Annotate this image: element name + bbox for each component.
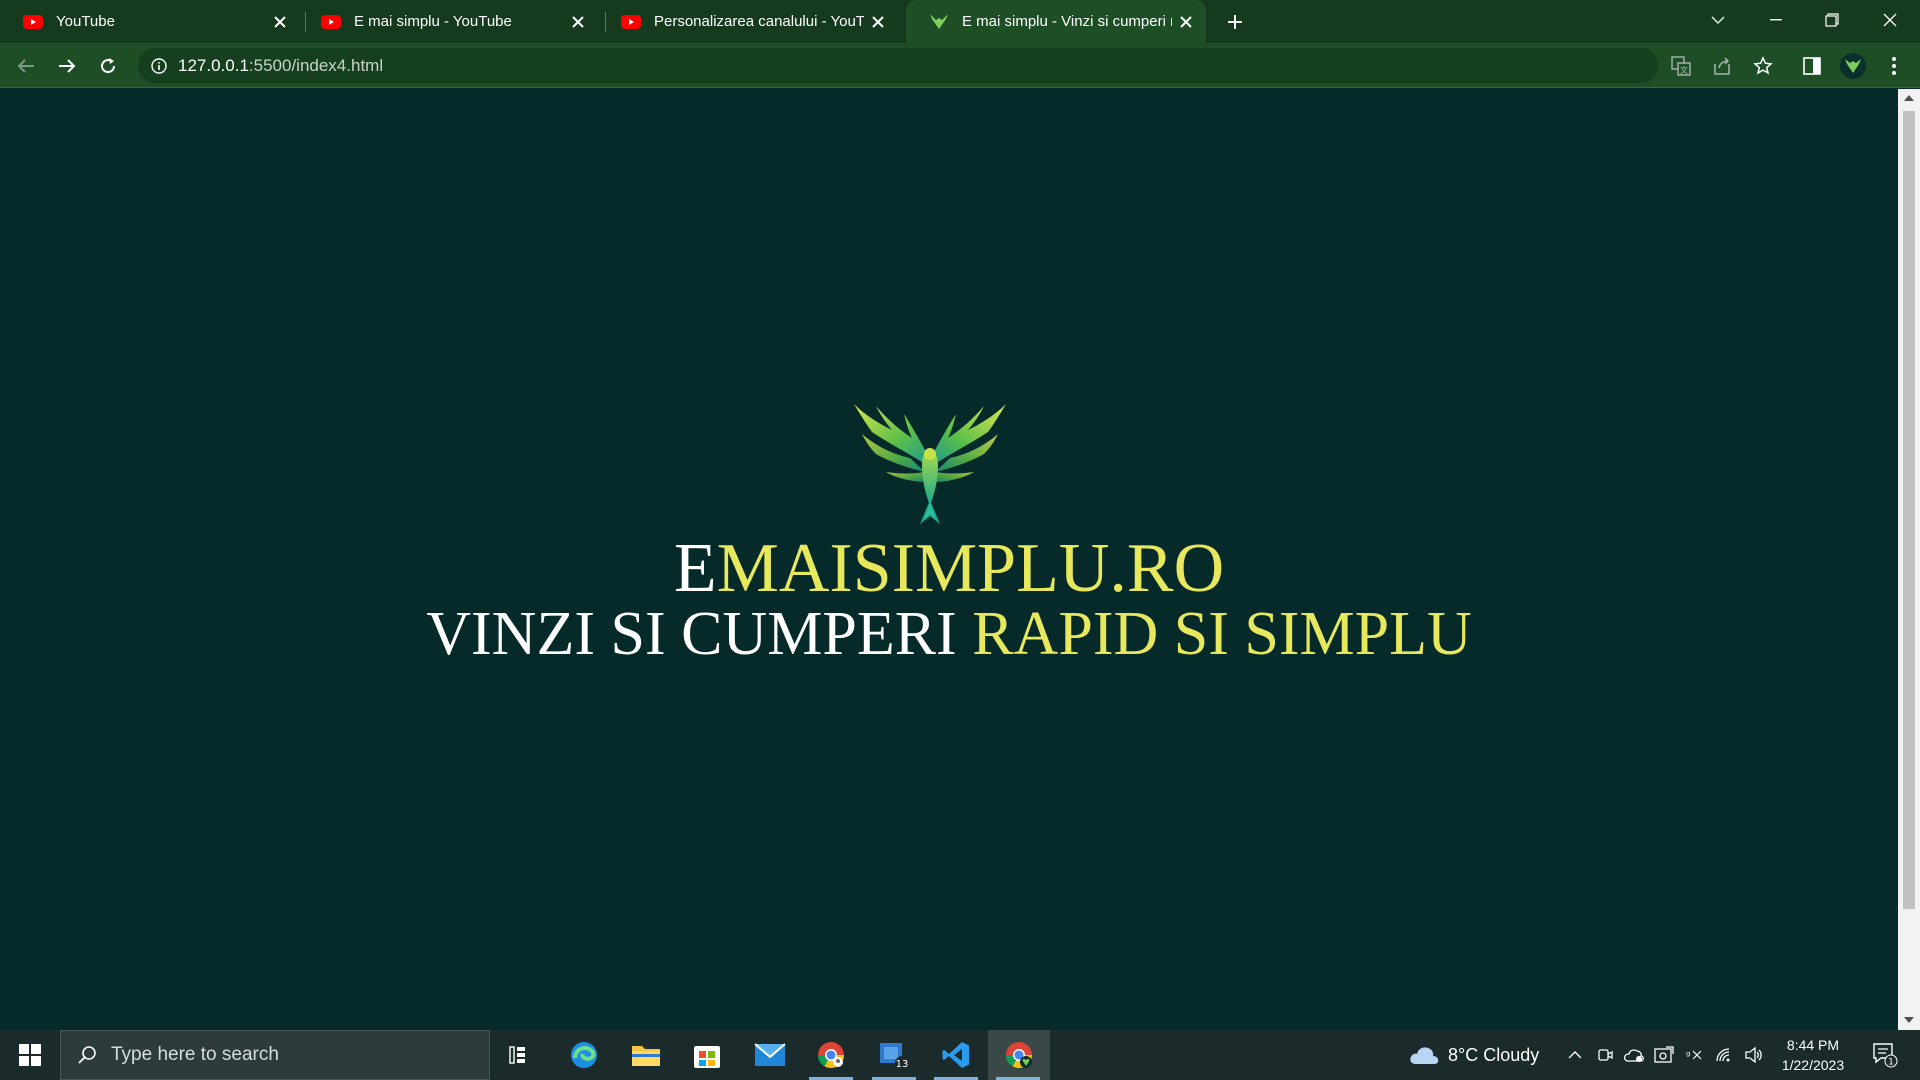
phoenix-icon	[928, 11, 950, 33]
weather-text: 8°C Cloudy	[1448, 1044, 1540, 1065]
close-tab-icon[interactable]	[1172, 8, 1200, 36]
scrollbar-thumb[interactable]	[1903, 111, 1915, 909]
tab-title: E mai simplu - Vinzi si cumperi rapid si…	[962, 13, 1172, 30]
tab-e-mai-simplu-youtube[interactable]: E mai simplu - YouTube	[298, 0, 598, 43]
close-tab-icon[interactable]	[864, 8, 892, 36]
brand-rest: MAISIMPLU.RO	[716, 530, 1225, 607]
close-window-button[interactable]	[1862, 0, 1918, 40]
clock-date: 1/22/2023	[1781, 1057, 1845, 1073]
close-tab-icon[interactable]	[266, 8, 294, 36]
svg-text:ᵍ: ᵍ	[1686, 1049, 1690, 1062]
onedrive-icon[interactable]	[1620, 1030, 1648, 1080]
back-button[interactable]	[10, 50, 42, 82]
tab-youtube[interactable]: YouTube	[0, 0, 300, 43]
tab-e-mai-simplu-active[interactable]: E mai simplu - Vinzi si cumperi rapid si…	[906, 0, 1206, 43]
brand-title: EMAISIMPLU.RO	[0, 529, 1898, 609]
phoenix-logo-icon	[830, 394, 1030, 534]
taskbar-search-box[interactable]: Type here to search	[60, 1030, 490, 1080]
show-hidden-icons-chevron-up-icon[interactable]	[1562, 1030, 1588, 1080]
youtube-icon	[320, 11, 342, 33]
volume-icon[interactable]	[1740, 1030, 1768, 1080]
profile-avatar[interactable]	[1837, 50, 1869, 82]
file-explorer-icon[interactable]	[616, 1030, 676, 1080]
new-tab-button[interactable]	[1220, 7, 1250, 37]
url-host: 127.0.0.1	[178, 55, 249, 75]
youtube-icon	[22, 11, 44, 33]
tagline-plain: VINZI SI CUMPERI	[426, 600, 973, 668]
windows-taskbar: Type here to search 13 8°C Cloudy ᵍ 8:44…	[0, 1030, 1920, 1080]
address-bar[interactable]: 127.0.0.1:5500/index4.html	[138, 48, 1658, 83]
store-badge-count: 13	[896, 1059, 909, 1070]
start-button[interactable]	[0, 1030, 60, 1080]
tab-search-chevron-down-icon[interactable]	[1690, 0, 1746, 40]
network-wifi-icon[interactable]	[1710, 1030, 1738, 1080]
close-tab-icon[interactable]	[564, 8, 592, 36]
chrome-active-icon[interactable]	[988, 1030, 1050, 1080]
tab-title: YouTube	[56, 13, 115, 30]
site-info-icon[interactable]	[148, 55, 170, 77]
tab-title: E mai simplu - YouTube	[354, 13, 512, 30]
input-method-icon[interactable]: ᵍ	[1680, 1030, 1708, 1080]
scroll-down-arrow-icon[interactable]	[1904, 1015, 1914, 1025]
security-center-icon[interactable]	[1650, 1030, 1678, 1080]
brand-first-letter: E	[673, 530, 717, 607]
side-panel-icon[interactable]	[1796, 50, 1828, 82]
tab-title: Personalizarea canalului - YouTube	[654, 13, 864, 30]
forward-button[interactable]	[51, 50, 83, 82]
mail-icon[interactable]	[740, 1030, 800, 1080]
scroll-up-arrow-icon[interactable]	[1904, 93, 1914, 103]
restore-button[interactable]	[1804, 0, 1860, 40]
microsoft-store-icon[interactable]	[677, 1030, 737, 1080]
tagline-highlight: RAPID SI SIMPLU	[972, 600, 1472, 668]
edge-browser-icon[interactable]	[554, 1030, 614, 1080]
search-placeholder: Type here to search	[111, 1044, 279, 1065]
chrome-profile-icon[interactable]	[801, 1030, 861, 1080]
browser-toolbar: 127.0.0.1:5500/index4.html 文	[0, 43, 1920, 88]
menu-kebab-icon[interactable]	[1878, 50, 1910, 82]
vscode-icon[interactable]	[926, 1030, 986, 1080]
share-icon[interactable]	[1706, 50, 1738, 82]
svg-text:文: 文	[1680, 65, 1688, 75]
notification-center-icon[interactable]: 1	[1862, 1030, 1908, 1080]
translate-icon[interactable]: 文	[1665, 50, 1697, 82]
minimize-button[interactable]	[1748, 0, 1804, 40]
store-app-icon[interactable]: 13	[864, 1030, 924, 1080]
clock-time: 8:44 PM	[1786, 1037, 1840, 1053]
page-viewport: EMAISIMPLU.RO VINZI SI CUMPERI RAPID SI …	[0, 89, 1898, 1030]
search-icon	[75, 1043, 99, 1067]
url-path: :5500/index4.html	[248, 55, 384, 75]
system-clock[interactable]: 8:44 PM 1/22/2023	[1770, 1035, 1856, 1075]
notification-count: 1	[1888, 1058, 1894, 1068]
tab-strip: YouTube E mai simplu - YouTube Personali…	[0, 0, 1920, 43]
reload-button[interactable]	[92, 50, 124, 82]
meet-now-icon[interactable]	[1592, 1030, 1618, 1080]
tagline: VINZI SI CUMPERI RAPID SI SIMPLU	[0, 599, 1898, 669]
vertical-scrollbar[interactable]	[1898, 89, 1920, 1030]
url-text: 127.0.0.1:5500/index4.html	[178, 56, 383, 76]
tab-personalizarea-canalului[interactable]: Personalizarea canalului - YouTube	[598, 0, 898, 43]
youtube-icon	[620, 11, 642, 33]
bookmark-star-icon[interactable]	[1747, 50, 1779, 82]
weather-widget[interactable]: 8°C Cloudy	[1408, 1030, 1539, 1080]
cloud-icon	[1408, 1044, 1440, 1066]
task-view-button[interactable]	[490, 1030, 550, 1080]
